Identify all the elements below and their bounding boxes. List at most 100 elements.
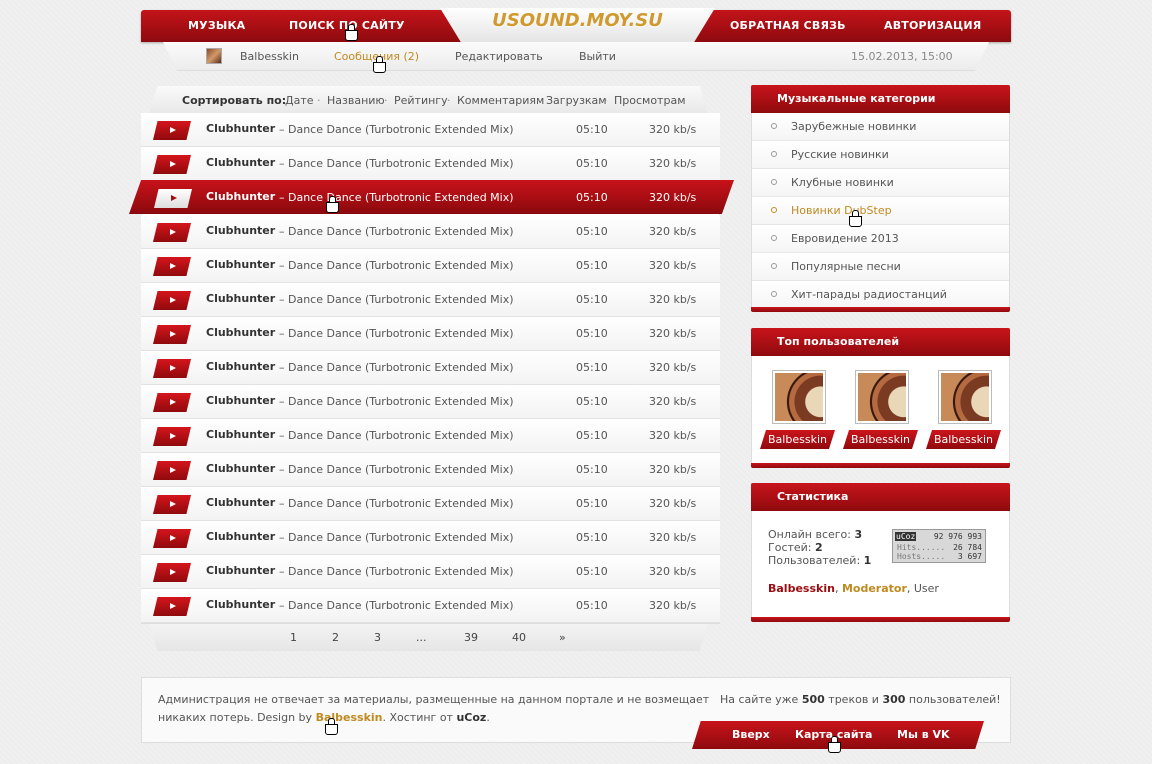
play-icon[interactable] (153, 291, 191, 310)
nav-music[interactable]: МУЗЫКА (188, 10, 245, 42)
userbar-logout[interactable]: Выйти (579, 50, 616, 63)
page-1[interactable]: 1 (290, 631, 297, 644)
track-title[interactable]: – Dance Dance (Turbotronic Extended Mix) (279, 531, 514, 544)
track-artist[interactable]: Clubhunter (206, 360, 275, 373)
track-title[interactable]: – Dance Dance (Turbotronic Extended Mix) (279, 463, 514, 476)
track-artist[interactable]: Clubhunter (206, 190, 275, 203)
track-title[interactable]: – Dance Dance (Turbotronic Extended Mix) (279, 565, 514, 578)
ucoz-counter[interactable]: uCoz 92 976 993 Hits...... 26 784 Hosts.… (892, 529, 986, 563)
track-title[interactable]: – Dance Dance (Turbotronic Extended Mix) (279, 599, 514, 612)
track-title[interactable]: – Dance Dance (Turbotronic Extended Mix) (279, 327, 514, 340)
top-user-2[interactable]: Balbesskin (843, 370, 918, 452)
user-name[interactable]: Balbesskin (760, 430, 835, 449)
userbar-edit[interactable]: Редактировать (455, 50, 543, 63)
nav-auth[interactable]: АВТОРИЗАЦИЯ (884, 10, 981, 42)
track-title[interactable]: – Dance Dance (Turbotronic Extended Mix) (279, 429, 514, 442)
page-2[interactable]: 2 (332, 631, 339, 644)
track-title[interactable]: – Dance Dance (Turbotronic Extended Mix) (279, 497, 514, 510)
track-row[interactable]: Clubhunter – Dance Dance (Turbotronic Ext… (141, 385, 720, 419)
play-icon[interactable] (153, 121, 191, 140)
track-row[interactable]: Clubhunter – Dance Dance (Turbotronic Ext… (141, 147, 720, 181)
site-logo[interactable]: USOUND.MOY.SU (440, 8, 715, 44)
track-row[interactable]: Clubhunter – Dance Dance (Turbotronic Ext… (141, 351, 720, 385)
track-artist[interactable]: Clubhunter (206, 156, 275, 169)
userbar-username[interactable]: Balbesskin (240, 50, 299, 63)
track-row[interactable]: Clubhunter – Dance Dance (Turbotronic Ext… (141, 589, 720, 623)
track-artist[interactable]: Clubhunter (206, 292, 275, 305)
track-artist[interactable]: Clubhunter (206, 564, 275, 577)
track-title[interactable]: – Dance Dance (Turbotronic Extended Mix) (279, 259, 514, 272)
footer-up[interactable]: Вверх (732, 728, 770, 741)
play-icon[interactable] (153, 223, 191, 242)
online-user-moderator[interactable]: Moderator (842, 582, 907, 595)
track-artist[interactable]: Clubhunter (206, 326, 275, 339)
track-row[interactable]: Clubhunter – Dance Dance (Turbotronic Ext… (129, 180, 734, 215)
track-artist[interactable]: Clubhunter (206, 258, 275, 271)
play-icon[interactable] (153, 155, 191, 174)
page-next[interactable]: » (559, 631, 566, 644)
track-row[interactable]: Clubhunter – Dance Dance (Turbotronic Ext… (141, 521, 720, 555)
sort-name[interactable]: Названию (327, 94, 385, 107)
user-name[interactable]: Balbesskin (843, 430, 918, 449)
play-icon[interactable] (153, 359, 191, 378)
track-title[interactable]: – Dance Dance (Turbotronic Extended Mix) (279, 293, 514, 306)
top-user-3[interactable]: Balbesskin (926, 370, 1001, 452)
track-row[interactable]: Clubhunter – Dance Dance (Turbotronic Ext… (141, 555, 720, 589)
track-title[interactable]: – Dance Dance (Turbotronic Extended Mix) (279, 361, 514, 374)
track-title[interactable]: – Dance Dance (Turbotronic Extended Mix) (279, 157, 514, 170)
sort-views[interactable]: Просмотрам (614, 94, 686, 107)
user-avatar[interactable] (938, 370, 992, 424)
top-user-1[interactable]: Balbesskin (760, 370, 835, 452)
track-artist[interactable]: Clubhunter (206, 462, 275, 475)
track-row[interactable]: Clubhunter – Dance Dance (Turbotronic Ext… (141, 215, 720, 249)
track-row[interactable]: Clubhunter – Dance Dance (Turbotronic Ext… (141, 249, 720, 283)
play-icon[interactable] (153, 257, 191, 276)
sort-downloads[interactable]: Загрузкам (546, 94, 607, 107)
category-item[interactable]: Русские новинки (752, 141, 1009, 169)
track-title[interactable]: – Dance Dance (Turbotronic Extended Mix) (279, 123, 514, 136)
user-avatar[interactable] (772, 370, 826, 424)
track-row[interactable]: Clubhunter – Dance Dance (Turbotronic Ext… (141, 453, 720, 487)
category-item[interactable]: Популярные песни (752, 253, 1009, 281)
play-icon[interactable] (153, 393, 191, 412)
track-title[interactable]: – Dance Dance (Turbotronic Extended Mix) (279, 225, 514, 238)
page-3[interactable]: 3 (374, 631, 381, 644)
category-item[interactable]: Новинки DubStep (752, 197, 1009, 225)
play-icon[interactable] (153, 325, 191, 344)
track-artist[interactable]: Clubhunter (206, 496, 275, 509)
track-row[interactable]: Clubhunter – Dance Dance (Turbotronic Ext… (141, 283, 720, 317)
category-item[interactable]: Зарубежные новинки (752, 113, 1009, 141)
sort-date[interactable]: Дате (285, 94, 314, 107)
category-item[interactable]: Хит-парады радиостанций (752, 281, 1009, 309)
play-icon[interactable] (153, 495, 191, 514)
nav-feedback[interactable]: ОБРАТНАЯ СВЯЗЬ (730, 10, 846, 42)
track-title[interactable]: – Dance Dance (Turbotronic Extended Mix) (279, 191, 514, 204)
track-artist[interactable]: Clubhunter (206, 428, 275, 441)
track-artist[interactable]: Clubhunter (206, 122, 275, 135)
category-item[interactable]: Евровидение 2013 (752, 225, 1009, 253)
track-artist[interactable]: Clubhunter (206, 224, 275, 237)
page-39[interactable]: 39 (464, 631, 478, 644)
play-icon[interactable] (153, 461, 191, 480)
play-icon[interactable] (153, 597, 191, 616)
online-user-admin[interactable]: Balbesskin (768, 582, 835, 595)
host-link[interactable]: uCoz (456, 711, 486, 724)
track-title[interactable]: – Dance Dance (Turbotronic Extended Mix) (279, 395, 514, 408)
track-row[interactable]: Clubhunter – Dance Dance (Turbotronic Ext… (141, 487, 720, 521)
sort-comments[interactable]: Комментариям (457, 94, 544, 107)
sort-rating[interactable]: Рейтингу (394, 94, 448, 107)
track-row[interactable]: Clubhunter – Dance Dance (Turbotronic Ext… (141, 419, 720, 453)
play-icon[interactable] (153, 427, 191, 446)
play-icon[interactable] (153, 563, 191, 582)
category-item[interactable]: Клубные новинки (752, 169, 1009, 197)
page-40[interactable]: 40 (512, 631, 526, 644)
user-avatar-small[interactable] (206, 48, 222, 64)
track-row[interactable]: Clubhunter – Dance Dance (Turbotronic Ext… (141, 113, 720, 147)
track-artist[interactable]: Clubhunter (206, 394, 275, 407)
track-artist[interactable]: Clubhunter (206, 530, 275, 543)
track-row[interactable]: Clubhunter – Dance Dance (Turbotronic Ext… (141, 317, 720, 351)
user-name[interactable]: Balbesskin (926, 430, 1001, 449)
play-icon[interactable] (154, 189, 192, 208)
user-avatar[interactable] (855, 370, 909, 424)
track-artist[interactable]: Clubhunter (206, 598, 275, 611)
